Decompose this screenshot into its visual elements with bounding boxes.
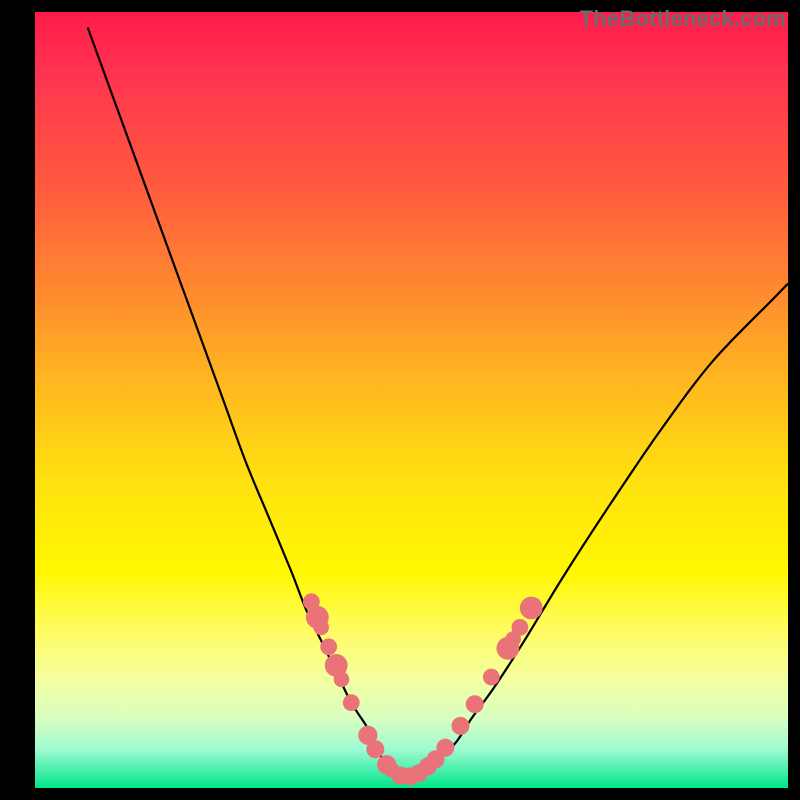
curve-layer: [35, 12, 788, 788]
data-marker: [451, 717, 469, 735]
data-marker: [483, 669, 500, 686]
chart-container: TheBottleneck.com: [0, 0, 800, 800]
data-marker: [334, 672, 350, 688]
data-marker: [320, 638, 337, 655]
plot-area: [35, 12, 788, 788]
data-marker: [512, 619, 529, 636]
data-marker: [466, 695, 484, 713]
data-marker: [436, 739, 454, 757]
bottleneck-curve: [88, 28, 788, 778]
data-marker: [520, 597, 543, 620]
watermark-text: TheBottleneck.com: [580, 6, 786, 32]
data-marker: [343, 694, 360, 711]
data-marker: [366, 740, 384, 758]
marker-group: [303, 593, 543, 785]
data-marker: [313, 620, 329, 636]
